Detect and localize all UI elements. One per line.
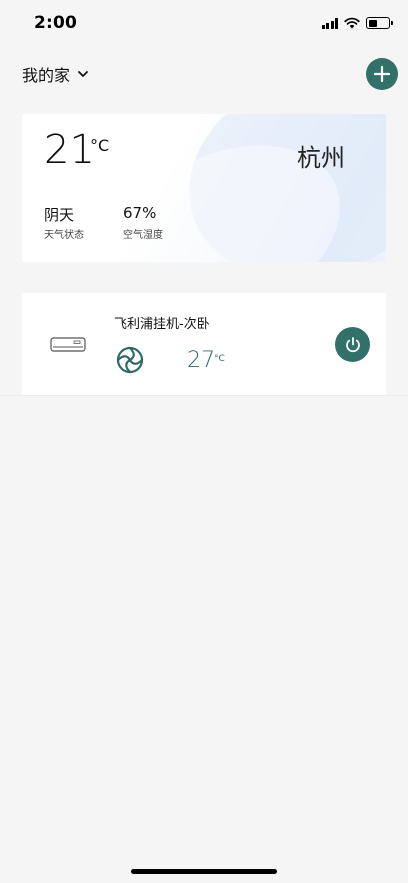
- battery-icon: [366, 17, 393, 29]
- status-time: 2:00: [34, 13, 78, 33]
- home-indicator[interactable]: [131, 869, 277, 874]
- home-selector[interactable]: 我的家: [22, 62, 90, 86]
- home-name: 我的家: [22, 66, 71, 85]
- weather-condition-value: 阴天: [44, 206, 75, 224]
- humidity-value: 67%: [123, 204, 157, 222]
- weather-condition-label: 天气状态: [44, 230, 84, 241]
- power-icon: [345, 336, 360, 352]
- temperature-unit: °C: [90, 136, 110, 155]
- divider: [0, 395, 408, 396]
- status-icons: [321, 16, 393, 30]
- device-name: 飞利浦挂机-次卧: [114, 317, 210, 332]
- wifi-icon: [344, 17, 360, 29]
- plus-icon: [373, 65, 391, 83]
- device-temperature: 27: [187, 348, 215, 373]
- cellular-signal-icon: [321, 17, 338, 29]
- chevron-down-icon: [78, 71, 88, 77]
- device-temperature-unit: °C: [214, 354, 225, 364]
- current-temperature: 21: [44, 127, 95, 173]
- power-button[interactable]: [335, 327, 370, 362]
- air-conditioner-icon: [50, 337, 86, 352]
- status-bar: 2:00: [0, 0, 408, 44]
- add-device-button[interactable]: [366, 58, 398, 90]
- device-card[interactable]: 飞利浦挂机-次卧 27 °C: [22, 293, 386, 395]
- city-name: 杭州: [297, 144, 345, 172]
- fan-mode-icon: [116, 346, 144, 374]
- humidity-label: 空气湿度: [123, 230, 163, 241]
- weather-card: 21 °C 杭州 阴天 天气状态 67% 空气湿度: [22, 114, 386, 262]
- battery-level: [368, 19, 378, 27]
